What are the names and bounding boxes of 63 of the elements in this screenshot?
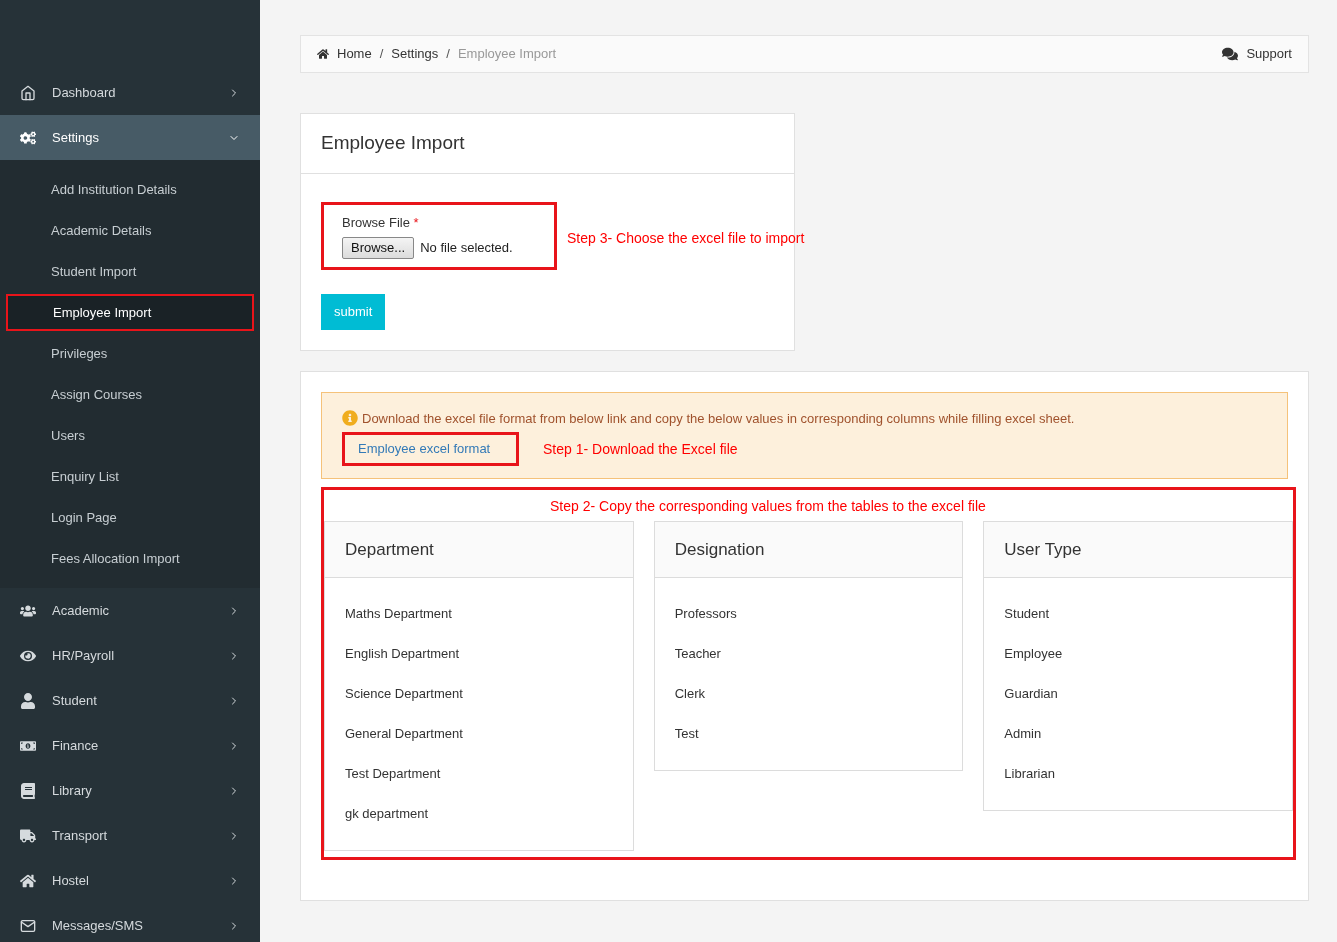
nav-item[interactable]: Hostel [0,858,260,903]
nav-item[interactable]: Transport [0,813,260,858]
list-item: Librarian [1003,765,1056,784]
breadcrumb-link[interactable]: Settings [391,44,439,64]
info-icon [342,410,358,427]
submenu-item[interactable]: Add Institution Details [6,171,254,208]
annotation-text: Step 1- Download the Excel file [543,439,738,459]
nav-item[interactable]: Student [0,678,260,723]
person-icon [20,692,36,709]
annotation-text: Step 2- Copy the corresponding values from the tables to the excel file [549,497,987,516]
panel-title: Employee Import [301,114,794,174]
list-item: English Department [344,645,461,664]
house-icon [317,48,329,60]
alert-message: Download the excel file format from below link and copy the below values in corresponding columns while filling excel sheet. [362,409,1075,428]
panel-title: User Type [984,522,1292,578]
list-item: Employee [1003,645,1064,664]
list-item: Maths Department [344,605,453,624]
field-label: Browse File [342,215,410,230]
submenu-item[interactable]: Academic Details [6,212,254,249]
nav-item[interactable]: Academic [0,588,260,633]
list-item: Student [1003,605,1051,624]
submenu-item[interactable]: Assign Courses [6,376,254,413]
list-item: General Department [344,725,464,744]
gears-icon [20,129,36,146]
nav-item[interactable]: Messages/SMS [0,903,260,942]
list-item: Test Department [344,765,442,784]
nav-item[interactable]: HR/Payroll [0,633,260,678]
list-item: Clerk [673,685,706,704]
list-item: Admin [1003,725,1043,744]
download-link[interactable]: Employee excel format [342,432,519,466]
submenu-item[interactable]: Employee Import [6,294,254,331]
nav-item[interactable]: Library [0,768,260,813]
panel-title: Department [325,522,633,578]
list-item: Professors [673,605,738,624]
list-item: Teacher [673,645,722,664]
submenu-item[interactable]: Privileges [6,335,254,372]
list-item: gk department [344,805,430,824]
list-item: Science Department [344,685,464,704]
envelope-icon [20,917,36,934]
panel-title: Designation [654,522,963,578]
file-status: No file selected. [420,238,513,257]
chat-icon [1222,46,1239,62]
browse-button[interactable]: Browse... [342,236,415,259]
list-item: Test [673,725,700,744]
truck-icon [20,827,36,844]
breadcrumb-link[interactable]: Home [337,44,372,64]
house-icon [20,872,36,889]
separator: / [446,45,450,64]
house-icon [20,84,36,101]
nav-item[interactable]: Settings [0,115,260,160]
submenu-item[interactable]: Users [6,417,254,454]
nav-item[interactable]: Dashboard [0,70,260,115]
book-icon [20,782,36,799]
annotation-text: Step 3- Choose the excel file to import [567,229,805,248]
submenu-item[interactable]: Login Page [6,499,254,536]
nav-item[interactable]: Finance [0,723,260,768]
required-mark: * [413,215,419,230]
submenu-item[interactable]: Fees Allocation Import [6,540,254,577]
submenu-item[interactable]: Student Import [6,253,254,290]
support-link[interactable]: Support [1246,44,1292,64]
separator: / [379,45,384,64]
submenu-item[interactable]: Enquiry List [6,458,254,495]
list-item: Guardian [1003,685,1059,704]
